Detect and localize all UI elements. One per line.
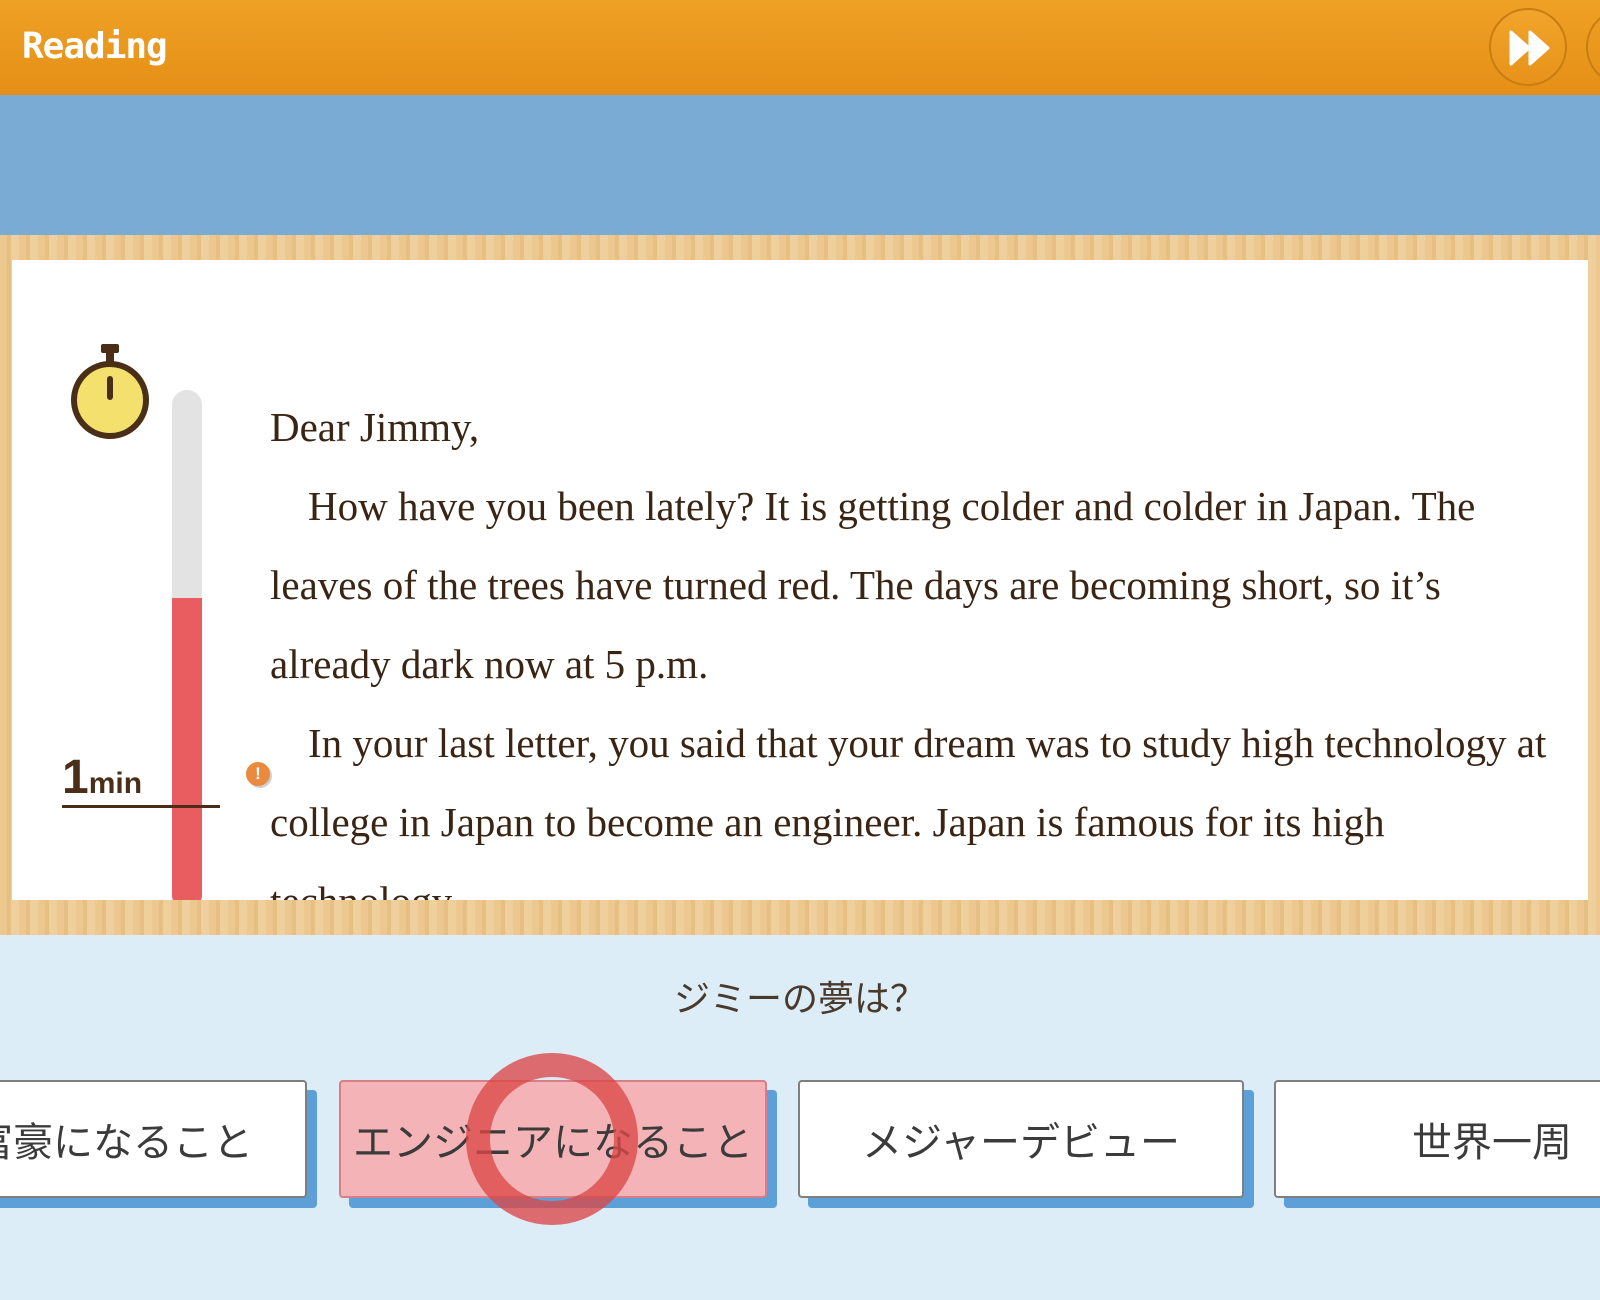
- timer-marker-line: [62, 805, 220, 808]
- answer-choice-1[interactable]: 富豪になること: [0, 1080, 307, 1198]
- timer-marker-label: 1min: [62, 750, 142, 805]
- question-text: ジミーの夢は？: [673, 979, 926, 1020]
- stopwatch-icon: [71, 344, 149, 439]
- header-extra-button[interactable]: [1586, 8, 1600, 86]
- fast-forward-icon: [1509, 30, 1550, 66]
- letter-paragraph: In your last letter, you said that your …: [270, 720, 1547, 900]
- letter-paragraph: How have you been lately? It is getting …: [270, 483, 1476, 687]
- reading-page: 1min ! Dear Jimmy, How have you been lat…: [12, 260, 1588, 900]
- header-title: Reading: [22, 26, 168, 67]
- app-header: Reading: [0, 0, 1600, 96]
- letter-greeting: Dear Jimmy,: [270, 404, 480, 450]
- top-band: [0, 95, 1600, 235]
- timer-marker-unit: min: [88, 767, 143, 800]
- answer-choice-3[interactable]: メジャーデビュー: [798, 1080, 1244, 1198]
- timer-marker-number: 1: [62, 751, 89, 804]
- warning-icon: !: [246, 762, 270, 786]
- timer-bar-fill: [172, 598, 202, 900]
- answer-choice-2-selected[interactable]: エンジニアになること: [339, 1080, 767, 1198]
- fast-forward-button[interactable]: [1489, 8, 1567, 86]
- timer-bar: [172, 390, 202, 900]
- answer-choice-4[interactable]: 世界一周: [1274, 1080, 1600, 1198]
- letter-text: Dear Jimmy, How have you been lately? It…: [270, 388, 1570, 900]
